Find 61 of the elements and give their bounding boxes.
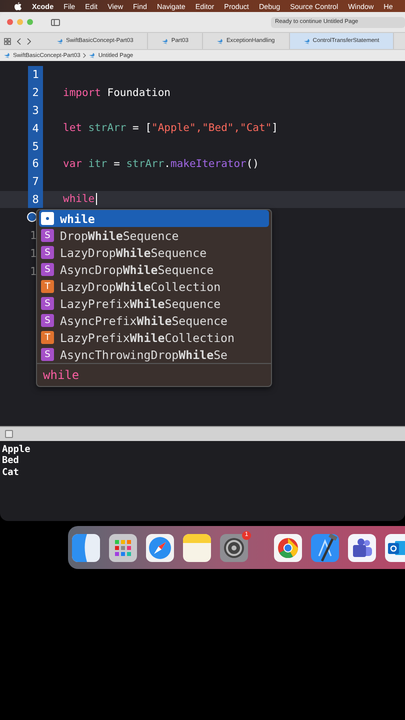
compass-icon[interactable] xyxy=(146,534,174,562)
symbol-kind-icon: S xyxy=(41,314,54,327)
notepad-icon[interactable] xyxy=(183,534,211,562)
hammer-icon[interactable] xyxy=(311,534,339,562)
checkbox[interactable] xyxy=(5,430,13,438)
symbol-kind-icon: T xyxy=(41,331,54,344)
swift-bird-icon xyxy=(162,38,168,44)
line-number: 4 xyxy=(32,122,39,135)
forward-icon[interactable] xyxy=(27,38,31,44)
app-grid-icon[interactable] xyxy=(109,534,137,562)
swift-bird-icon xyxy=(57,38,63,44)
line-number: 6 xyxy=(32,157,39,170)
keyword-icon xyxy=(41,212,54,225)
completion-item[interactable]: S AsyncPrefixWhileSequence xyxy=(39,312,269,329)
line-number: 5 xyxy=(32,140,39,153)
code-line: import Foundation xyxy=(63,86,170,100)
text-cursor xyxy=(96,193,97,206)
line-number: 1 xyxy=(30,228,37,242)
symbol-kind-icon: T xyxy=(41,280,54,293)
close-button[interactable] xyxy=(7,19,13,25)
line-number: 3 xyxy=(32,104,39,117)
completion-item[interactable]: T LazyDropWhileCollection xyxy=(39,278,269,295)
console-output: Bed xyxy=(2,455,19,467)
console-output: Cat xyxy=(2,466,19,478)
completion-item[interactable]: T LazyPrefixWhileCollection xyxy=(39,329,269,346)
completion-item[interactable]: S DropWhileSequence xyxy=(39,227,269,244)
apple-logo-icon[interactable] xyxy=(14,2,22,10)
symbol-kind-icon: S xyxy=(41,348,54,361)
people-icon[interactable] xyxy=(348,534,376,562)
envelope-icon[interactable] xyxy=(385,534,405,562)
console-output: Apple xyxy=(2,444,30,456)
swift-bird-icon xyxy=(89,53,96,58)
swift-bird-icon xyxy=(304,38,310,44)
line-number: 2 xyxy=(32,86,39,100)
completion-item[interactable]: S AsyncThrowingDropWhileSe xyxy=(39,346,269,363)
gear-icon[interactable] xyxy=(220,534,248,562)
completion-item[interactable]: S LazyPrefixWhileSequence xyxy=(39,295,269,312)
completion-item[interactable]: while xyxy=(39,210,269,227)
two-tone-square-icon[interactable] xyxy=(72,534,100,562)
symbol-kind-icon: S xyxy=(41,229,54,242)
grid-icon[interactable] xyxy=(4,38,11,44)
code-line: while xyxy=(63,192,95,206)
symbol-kind-icon: S xyxy=(41,263,54,276)
run-marker-icon[interactable] xyxy=(27,212,37,222)
symbol-kind-icon: S xyxy=(41,297,54,310)
code-line: var itr = strArr.makeIterator() xyxy=(63,156,260,171)
line-number: 8 xyxy=(32,192,39,206)
sidebar-toggle-icon[interactable] xyxy=(51,18,60,26)
line-number: 1 xyxy=(32,68,39,82)
line-number: 7 xyxy=(32,175,39,188)
swift-bird-icon xyxy=(4,53,10,58)
code-line: let strArr = ["Apple","Bed","Cat"] xyxy=(63,121,278,136)
line-number: 1 xyxy=(30,246,37,260)
chevron-icon xyxy=(83,53,86,58)
swift-bird-icon xyxy=(217,38,224,44)
completion-item[interactable]: S LazyDropWhileSequence xyxy=(39,244,269,261)
completion-preview: while xyxy=(37,363,271,386)
symbol-kind-icon: S xyxy=(41,246,54,259)
line-number: 1 xyxy=(30,264,37,278)
completion-item[interactable]: S AsyncDropWhileSequence xyxy=(39,261,269,278)
back-icon[interactable] xyxy=(17,38,21,44)
